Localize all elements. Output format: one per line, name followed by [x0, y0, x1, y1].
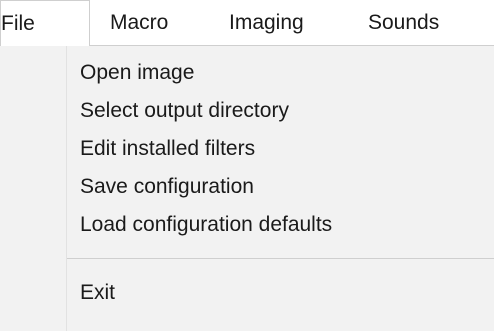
menu-sounds[interactable]: Sounds: [368, 0, 439, 46]
menu-item-select-output-directory[interactable]: Select output directory: [0, 92, 494, 130]
menu-item-load-configuration-defaults[interactable]: Load configuration defaults: [0, 206, 494, 244]
menu-file[interactable]: File: [0, 0, 90, 46]
menu-file-label: File: [1, 12, 35, 35]
menu-item-edit-installed-filters-label: Edit installed filters: [80, 137, 256, 160]
menu-macro[interactable]: Macro: [110, 0, 168, 46]
menu-item-load-configuration-defaults-label: Load configuration defaults: [80, 213, 333, 236]
menu-bar: File Macro Imaging Sounds: [0, 0, 494, 46]
menu-item-exit[interactable]: Exit: [0, 274, 494, 312]
menu-item-exit-label: Exit: [80, 281, 116, 304]
menu-item-open-image-label: Open image: [80, 61, 195, 84]
application-window: File Macro Imaging Sounds Open image Sel…: [0, 0, 494, 331]
menu-macro-label: Macro: [110, 11, 169, 34]
menu-item-select-output-directory-label: Select output directory: [80, 99, 289, 122]
file-menu-items: Open image Select output directory Edit …: [0, 46, 494, 331]
file-dropdown-menu: Open image Select output directory Edit …: [0, 45, 494, 331]
menu-sounds-label: Sounds: [368, 11, 440, 34]
menu-item-save-configuration-label: Save configuration: [80, 175, 254, 198]
menu-item-save-configuration[interactable]: Save configuration: [0, 168, 494, 206]
menu-imaging[interactable]: Imaging: [229, 0, 304, 46]
menu-separator: [67, 258, 494, 259]
menu-imaging-label: Imaging: [229, 11, 304, 34]
menu-item-edit-installed-filters[interactable]: Edit installed filters: [0, 130, 494, 168]
menu-item-open-image[interactable]: Open image: [0, 54, 494, 92]
